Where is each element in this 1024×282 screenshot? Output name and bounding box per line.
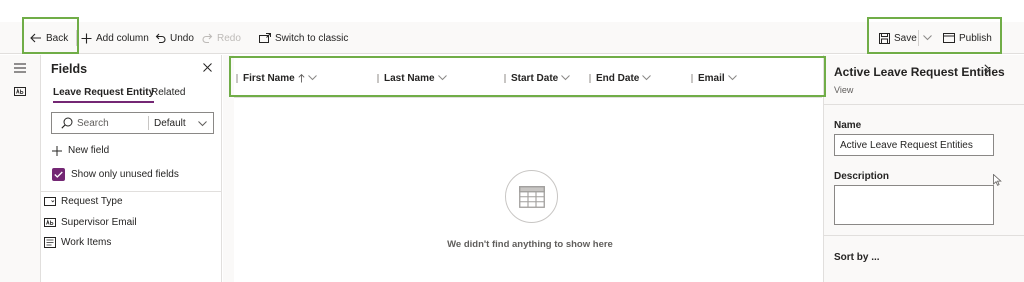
- fields-pane: Fields Leave Request Entity Related Sear…: [41, 55, 222, 282]
- toolbar-separator: [918, 30, 919, 46]
- column-header-label: Last Name: [384, 72, 435, 84]
- close-icon: [202, 62, 212, 72]
- table-icon: [518, 185, 545, 208]
- close-fields-pane-button[interactable]: [200, 60, 214, 74]
- field-item-label: Work Items: [61, 237, 112, 248]
- switch-classic-label: Switch to classic: [275, 32, 349, 44]
- field-search-box: Search Default: [51, 112, 214, 134]
- chevron-right-icon[interactable]: [984, 64, 991, 75]
- search-input[interactable]: Search: [77, 118, 109, 129]
- back-label: Back: [46, 32, 69, 44]
- toolbar-separator: [76, 30, 77, 46]
- fields-divider: [41, 191, 222, 192]
- column-grip: [377, 73, 379, 83]
- column-grip: [691, 73, 693, 83]
- search-divider: [148, 116, 149, 130]
- switch-to-classic-button[interactable]: Switch to classic: [259, 22, 348, 54]
- mouse-pointer-icon: [993, 174, 1002, 186]
- left-rail: [0, 55, 41, 282]
- column-grip: [504, 73, 506, 83]
- sort-by-label[interactable]: Sort by ...: [834, 252, 880, 263]
- column-header-label: End Date: [596, 72, 640, 84]
- redo-button[interactable]: Redo: [202, 22, 241, 54]
- empty-state-illustration: [505, 170, 558, 223]
- description-field[interactable]: [834, 185, 994, 225]
- undo-button[interactable]: Undo: [155, 22, 194, 54]
- column-header-label: Email: [698, 72, 725, 84]
- chevron-down-icon: [923, 35, 932, 41]
- column-header-email[interactable]: Email: [691, 72, 737, 84]
- field-item-request-type[interactable]: Request Type: [44, 196, 123, 207]
- publish-icon: [943, 33, 955, 43]
- checkbox-checked: [52, 168, 65, 181]
- chevron-down-icon: [307, 75, 317, 81]
- tab-related[interactable]: Related: [151, 87, 185, 101]
- sort-ascending-icon: [298, 73, 305, 82]
- column-grip: [236, 73, 238, 83]
- publish-button[interactable]: Publish: [943, 22, 992, 54]
- text-field-icon: [14, 86, 26, 96]
- column-header-divider: [234, 97, 822, 98]
- column-header-first-name[interactable]: First Name: [236, 72, 317, 84]
- save-options-dropdown[interactable]: [923, 22, 932, 54]
- column-header-label: First Name: [243, 72, 295, 84]
- text-field-icon: [44, 218, 56, 227]
- redo-label: Redo: [217, 32, 241, 44]
- field-item-supervisor-email[interactable]: Supervisor Email: [44, 217, 137, 228]
- chevron-down-icon: [642, 75, 652, 81]
- rail-item-fields[interactable]: [12, 84, 28, 98]
- tab-leave-request-entity[interactable]: Leave Request Entity: [53, 87, 155, 103]
- redo-icon: [202, 33, 213, 43]
- column-header-end-date[interactable]: End Date: [589, 72, 652, 84]
- new-field-label: New field: [68, 145, 110, 156]
- option-set-icon: [44, 197, 56, 206]
- hamburger-menu-button[interactable]: [12, 61, 28, 75]
- add-column-button[interactable]: Add column: [81, 22, 149, 54]
- plus-icon: [81, 33, 92, 43]
- hamburger-icon: [14, 63, 26, 73]
- field-item-label: Request Type: [61, 196, 123, 207]
- chevron-down-icon: [198, 121, 207, 127]
- column-header-start-date[interactable]: Start Date: [504, 72, 571, 84]
- undo-label: Undo: [170, 32, 194, 44]
- properties-divider: [824, 104, 1024, 105]
- open-external-icon: [259, 33, 271, 43]
- chevron-down-icon: [727, 75, 737, 81]
- add-column-label: Add column: [96, 32, 149, 44]
- field-filter-dropdown[interactable]: Default: [154, 118, 186, 129]
- field-item-label: Supervisor Email: [61, 217, 137, 228]
- checkmark-icon: [54, 171, 63, 178]
- save-button[interactable]: Save: [879, 22, 917, 54]
- view-title: Active Leave Request Entities: [834, 65, 1005, 79]
- new-field-button[interactable]: New field: [52, 145, 109, 156]
- multiline-text-icon: [44, 237, 56, 248]
- show-unused-fields-checkbox[interactable]: Show only unused fields: [52, 168, 179, 181]
- name-field[interactable]: Active Leave Request Entities: [834, 134, 994, 156]
- empty-state-message: We didn't find anything to show here: [447, 239, 613, 250]
- column-header-last-name[interactable]: Last Name: [377, 72, 447, 84]
- properties-divider: [824, 235, 1024, 236]
- fields-pane-title: Fields: [51, 62, 88, 76]
- plus-icon: [52, 145, 62, 156]
- field-item-work-items[interactable]: Work Items: [44, 237, 111, 248]
- undo-icon: [155, 33, 166, 43]
- publish-label: Publish: [959, 32, 992, 44]
- column-grip: [589, 73, 591, 83]
- command-bar: Back Add column Undo Redo Switch to clas…: [0, 22, 1024, 54]
- show-unused-label: Show only unused fields: [71, 169, 179, 180]
- properties-pane: Active Leave Request Entities View Name …: [823, 55, 1024, 282]
- name-label: Name: [834, 120, 862, 131]
- view-subtitle: View: [834, 85, 854, 95]
- back-arrow-icon: [30, 33, 41, 43]
- back-button[interactable]: Back: [30, 22, 68, 54]
- description-label: Description: [834, 171, 890, 182]
- chevron-down-icon: [561, 75, 571, 81]
- save-icon: [879, 32, 890, 44]
- chevron-down-icon: [437, 75, 447, 81]
- save-label: Save: [894, 32, 917, 44]
- column-header-label: Start Date: [511, 72, 559, 84]
- search-icon: [61, 117, 73, 129]
